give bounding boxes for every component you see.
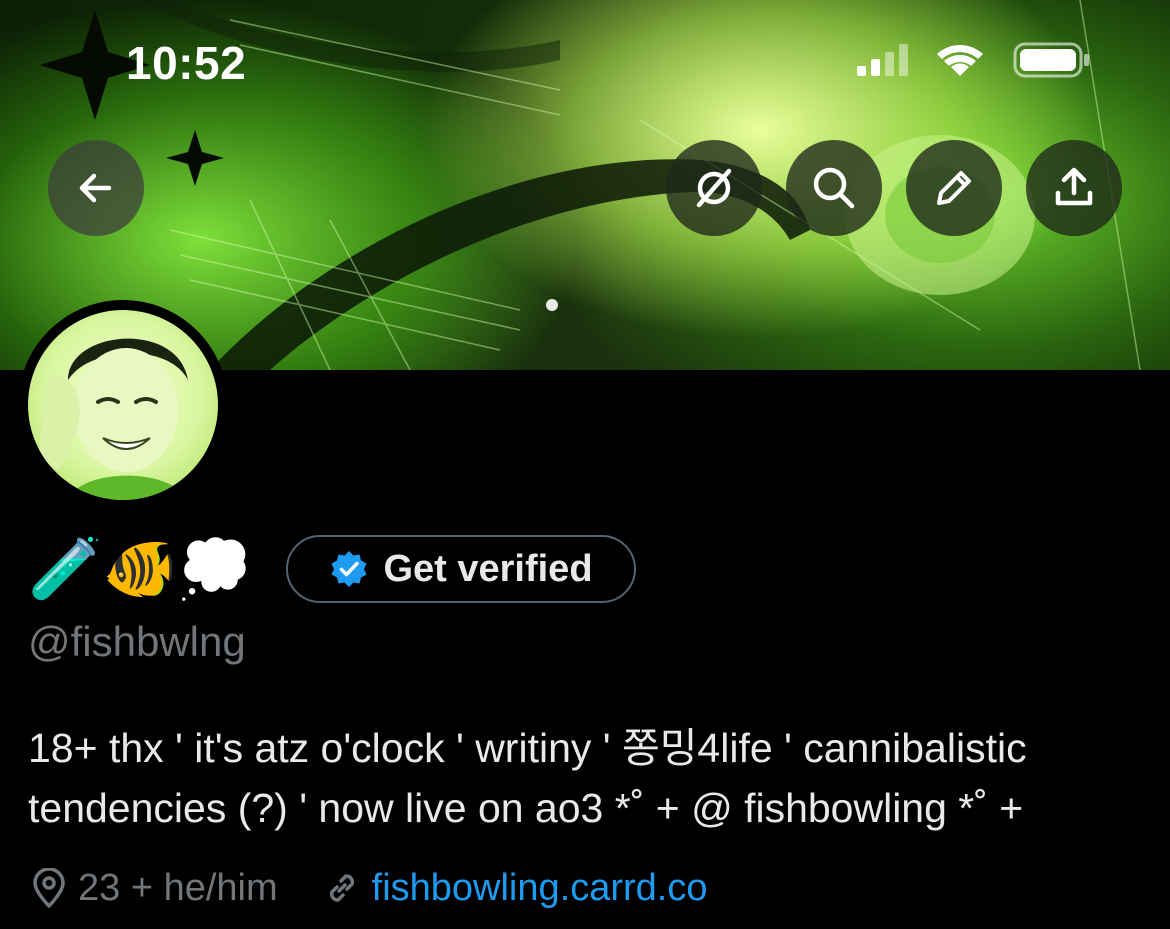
avatar-photo (38, 338, 188, 500)
status-bar-time: 10:52 (126, 37, 247, 89)
avatar[interactable] (28, 310, 218, 500)
location-pin-icon (33, 868, 65, 908)
get-verified-button[interactable]: Get verified (286, 535, 636, 603)
profile-handle: @fishbwlng (28, 618, 246, 665)
display-name: 🧪🐠💭 (28, 530, 262, 608)
bio-line: 18+ thx ' it's atz o'clock ' writiny ' 쫑… (28, 725, 1027, 771)
bio-line: tendencies (?) ' now live on ao3 *˚ + @ … (28, 785, 1024, 831)
back-arrow-icon (79, 173, 112, 203)
grok-icon (696, 168, 732, 208)
edit-icon (937, 171, 971, 205)
display-name-emojis: 🧪🐠💭 (28, 534, 253, 604)
link-icon (329, 874, 354, 902)
share-icon (1055, 167, 1093, 206)
status-bar-icons (857, 42, 1089, 78)
get-verified-label: Get verified (383, 547, 593, 590)
battery-icon (1013, 42, 1089, 78)
search-button[interactable] (786, 140, 882, 236)
back-button[interactable] (48, 140, 144, 236)
cellular-signal-icon (857, 44, 908, 76)
share-button[interactable] (1026, 140, 1122, 236)
profile-location: 23 + he/him (78, 866, 278, 909)
edit-button[interactable] (906, 140, 1002, 236)
profile-bio: 18+ thx ' it's atz o'clock ' writiny ' 쫑… (28, 718, 1148, 838)
grok-button[interactable] (666, 140, 762, 236)
verified-badge-icon (331, 551, 367, 587)
profile-meta: 23 + he/him fishbowling.carrd.co (30, 860, 707, 916)
profile-website-link[interactable]: fishbowling.carrd.co (372, 867, 708, 910)
wifi-icon (937, 45, 983, 76)
search-icon (813, 167, 855, 209)
